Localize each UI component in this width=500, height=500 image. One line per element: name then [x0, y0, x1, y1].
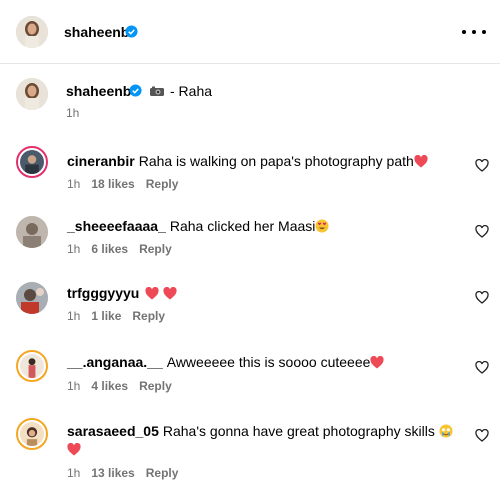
avatar[interactable]	[16, 16, 48, 48]
comment-likes[interactable]: 4 likes	[91, 379, 128, 393]
like-heart-icon[interactable]	[475, 291, 489, 304]
avatar[interactable]	[16, 418, 48, 450]
heart-eyes-emoji-icon	[315, 219, 329, 233]
more-horizontal-icon[interactable]	[462, 22, 486, 42]
comment-likes[interactable]: 18 likes	[91, 177, 134, 191]
comment-text: trfgggyyyu	[67, 284, 462, 302]
comment-meta: 1h 18 likes Reply	[67, 177, 178, 191]
caption-username[interactable]: shaheenb	[66, 82, 131, 100]
comment-body: Awweeeee this is soooo cuteeee	[166, 354, 371, 370]
reply-button[interactable]: Reply	[132, 309, 165, 323]
avatar[interactable]	[16, 146, 48, 178]
comment-meta: 1h 4 likes Reply	[67, 379, 172, 393]
comment-likes[interactable]: 1 like	[91, 309, 121, 323]
avatar[interactable]	[16, 78, 48, 110]
comment-text: cineranbir Raha is walking on papa's phot…	[67, 152, 462, 170]
reply-button[interactable]: Reply	[146, 466, 179, 480]
reply-button[interactable]: Reply	[146, 177, 179, 191]
like-heart-icon[interactable]	[475, 361, 489, 374]
starry-eyes-emoji-icon	[439, 424, 453, 438]
comment-body: Raha clicked her Maasi	[169, 218, 316, 234]
comment-meta: 1h 6 likes Reply	[67, 242, 172, 256]
avatar[interactable]	[16, 282, 48, 314]
post-header: shaheenb	[0, 0, 500, 64]
verified-badge-icon	[125, 25, 138, 38]
camera-emoji-icon	[150, 86, 164, 96]
comment-username[interactable]: __.anganaa.__	[67, 354, 163, 370]
comment-username[interactable]: cineranbir	[67, 153, 135, 169]
comment-text: __.anganaa.__ Awweeeee this is soooo cute…	[67, 353, 462, 371]
comment-likes[interactable]: 6 likes	[91, 242, 128, 256]
like-heart-icon[interactable]	[475, 225, 489, 238]
reply-button[interactable]: Reply	[139, 242, 172, 256]
red-heart-emoji-icon	[67, 443, 81, 456]
header-username[interactable]: shaheenb	[64, 23, 129, 41]
comment-time: 1h	[67, 466, 81, 480]
comment-text: sarasaeed_05 Raha's gonna have great phot…	[67, 422, 462, 458]
red-heart-emoji-icon	[370, 356, 384, 369]
comment-text: _sheeeefaaaa_ Raha clicked her Maasi	[67, 217, 462, 235]
comment-username[interactable]: _sheeeefaaaa_	[67, 218, 166, 234]
red-heart-emoji-icon	[145, 287, 159, 300]
comment-username[interactable]: sarasaeed_05	[67, 423, 159, 439]
red-heart-emoji-icon	[414, 155, 428, 168]
like-heart-icon[interactable]	[475, 429, 489, 442]
comment-time: 1h	[67, 309, 81, 323]
comment-time: 1h	[67, 379, 81, 393]
comment-body: Raha's gonna have great photography skil…	[162, 423, 435, 439]
comment-username[interactable]: trfgggyyyu	[67, 285, 139, 301]
like-heart-icon[interactable]	[475, 159, 489, 172]
comment-time: 1h	[67, 242, 81, 256]
red-heart-emoji-icon	[163, 287, 177, 300]
caption-time: 1h	[66, 106, 80, 120]
comment-meta: 1h 13 likes Reply	[67, 466, 178, 480]
comment-time: 1h	[67, 177, 81, 191]
instagram-comments-panel: shaheenb shaheenb - Raha 1h cineranbir Ra…	[0, 0, 500, 500]
comment-likes[interactable]: 13 likes	[91, 466, 134, 480]
verified-badge-icon	[129, 84, 142, 97]
reply-button[interactable]: Reply	[139, 379, 172, 393]
avatar[interactable]	[16, 216, 48, 248]
caption-text: - Raha	[170, 83, 213, 99]
comment-body: Raha is walking on papa's photography pa…	[138, 153, 414, 169]
avatar[interactable]	[16, 350, 48, 382]
comment-meta: 1h 1 like Reply	[67, 309, 165, 323]
